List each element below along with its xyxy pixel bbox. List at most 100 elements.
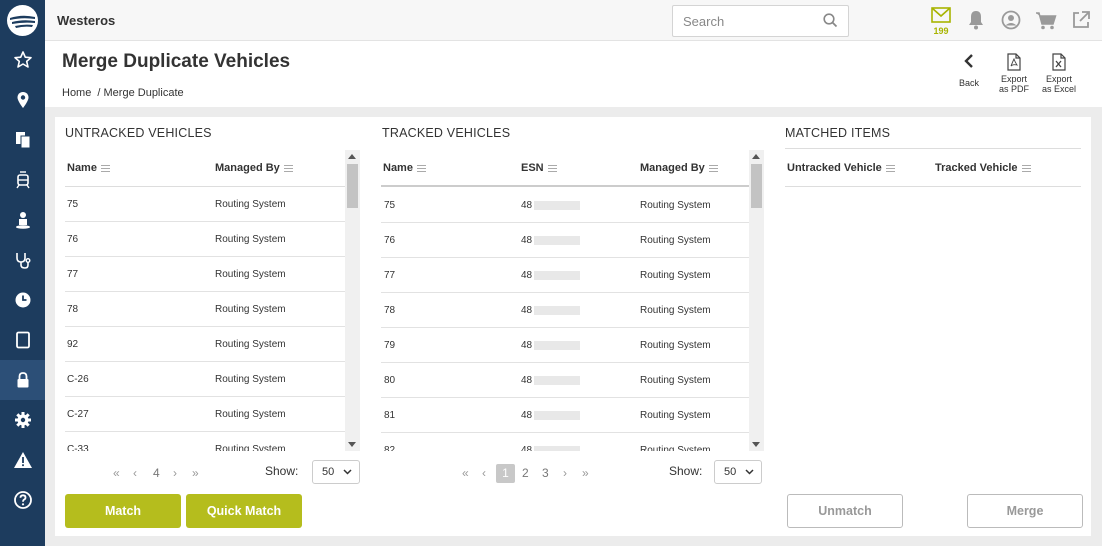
table-row[interactable]: 78 Routing System [65, 292, 345, 327]
scroll-thumb[interactable] [347, 164, 358, 208]
mail-count-badge: 199 [933, 26, 949, 36]
breadcrumb-home[interactable]: Home [62, 87, 91, 99]
pager-prev[interactable]: ‹ [482, 466, 486, 480]
back-button[interactable]: Back [955, 53, 983, 88]
export-pdf-button[interactable]: Export as PDF [998, 53, 1030, 94]
table-row[interactable]: 76 48 Routing System [381, 223, 749, 258]
pager-last[interactable]: » [192, 466, 199, 480]
scroll-thumb[interactable] [751, 164, 762, 208]
app-logo[interactable] [7, 5, 38, 36]
pager-next[interactable]: › [173, 466, 177, 480]
table-row[interactable]: 76 Routing System [65, 222, 345, 257]
sidebar-item-users[interactable] [0, 200, 45, 240]
scroll-up-arrow[interactable] [348, 154, 356, 159]
app-name: Westeros [57, 13, 116, 28]
pager-first[interactable]: « [462, 466, 469, 480]
breadcrumb-current: / Merge Duplicate [97, 87, 184, 99]
pager-prev[interactable]: ‹ [133, 466, 137, 480]
cart-icon[interactable] [1035, 11, 1057, 30]
unmatch-button[interactable]: Unmatch [787, 494, 903, 528]
column-esn[interactable]: ESN [521, 150, 557, 186]
column-managed-by[interactable]: Managed By [215, 150, 293, 186]
scroll-down-arrow[interactable] [752, 442, 760, 447]
column-tracked-vehicle[interactable]: Tracked Vehicle [935, 150, 1031, 186]
cell-name: 80 [384, 375, 396, 386]
quick-match-button[interactable]: Quick Match [186, 494, 302, 528]
untracked-scrollbar[interactable] [345, 150, 360, 451]
table-row[interactable]: 79 48 Routing System [381, 328, 749, 363]
table-row[interactable]: 92 Routing System [65, 327, 345, 362]
column-managed-by[interactable]: Managed By [640, 150, 718, 186]
export-excel-button[interactable]: Export as Excel [1040, 53, 1078, 94]
sidebar-item-security[interactable] [0, 360, 45, 400]
bell-icon[interactable] [967, 10, 985, 30]
cell-managed-by: Routing System [640, 445, 711, 451]
table-row[interactable]: C-27 Routing System [65, 397, 345, 432]
lock-icon [17, 372, 28, 388]
pager-page[interactable]: 4 [153, 466, 160, 480]
tracked-pager: « ‹ 1 2 3 › » [462, 464, 592, 483]
cell-name: 82 [384, 445, 396, 451]
table-row[interactable]: 77 48 Routing System [381, 258, 749, 293]
cell-name: 92 [67, 339, 79, 350]
table-row[interactable]: C-26 Routing System [65, 362, 345, 397]
match-button[interactable]: Match [65, 494, 181, 528]
gear-icon [14, 412, 31, 428]
sidebar-item-devices[interactable] [0, 320, 45, 360]
scroll-up-arrow[interactable] [752, 154, 760, 159]
search-input[interactable] [673, 6, 813, 36]
tracked-page-size-select[interactable]: 50 [714, 460, 762, 484]
scroll-down-arrow[interactable] [348, 442, 356, 447]
table-row[interactable]: 82 48 Routing System [381, 433, 749, 451]
search-icon[interactable] [823, 13, 838, 28]
cell-name: C-27 [67, 409, 89, 420]
table-row[interactable]: 77 Routing System [65, 257, 345, 292]
pager-next[interactable]: › [563, 466, 567, 480]
column-name[interactable]: Name [383, 150, 426, 186]
page-size-value: 50 [322, 466, 335, 478]
pager-page-2[interactable]: 2 [522, 466, 529, 480]
sidebar-item-health[interactable] [0, 240, 45, 280]
sidebar-item-help[interactable] [0, 480, 45, 520]
search-box[interactable] [672, 5, 849, 37]
redacted-value [534, 340, 581, 350]
column-untracked-vehicle[interactable]: Untracked Vehicle [787, 150, 895, 186]
cell-name: 75 [67, 199, 79, 210]
page-title: Merge Duplicate Vehicles [62, 51, 291, 72]
sidebar-item-transit[interactable] [0, 160, 45, 200]
page-header: Merge Duplicate Vehicles Home / Merge Du… [45, 41, 1102, 107]
map-pin-icon [17, 92, 28, 108]
merge-panel: UNTRACKED VEHICLES Name Managed By 75 Rou… [55, 117, 1091, 536]
pager-first[interactable]: « [113, 466, 120, 480]
table-row[interactable]: 81 48 Routing System [381, 398, 749, 433]
column-name[interactable]: Name [67, 150, 110, 186]
mail-icon[interactable] [931, 7, 951, 23]
pager-last[interactable]: » [582, 466, 589, 480]
sidebar-item-settings[interactable] [0, 400, 45, 440]
column-menu-icon [1021, 164, 1031, 172]
cell-name: 77 [384, 270, 396, 281]
table-row[interactable]: 80 48 Routing System [381, 363, 749, 398]
untracked-page-size-select[interactable]: 50 [312, 460, 360, 484]
table-row[interactable]: 75 48 Routing System [381, 188, 749, 223]
column-menu-icon [283, 164, 293, 172]
pager-page-1[interactable]: 1 [496, 464, 515, 483]
pager-page-3[interactable]: 3 [542, 466, 549, 480]
sidebar-item-documents[interactable] [0, 120, 45, 160]
tracked-scrollbar[interactable] [749, 150, 764, 451]
account-icon[interactable] [1001, 10, 1021, 30]
table-row[interactable]: 78 48 Routing System [381, 293, 749, 328]
table-row[interactable]: C-33 Routing System [65, 432, 345, 451]
external-link-icon[interactable] [1071, 10, 1091, 30]
table-row[interactable]: 75 Routing System [65, 187, 345, 222]
merge-button[interactable]: Merge [967, 494, 1083, 528]
sidebar-item-locations[interactable] [0, 80, 45, 120]
sidebar-item-history[interactable] [0, 280, 45, 320]
export-excel-label-1: Export [1045, 74, 1072, 84]
sidebar-item-favorites[interactable] [0, 40, 45, 80]
untracked-title: UNTRACKED VEHICLES [65, 126, 212, 140]
tablet-icon [15, 331, 30, 349]
cell-managed-by: Routing System [215, 374, 286, 385]
cell-esn: 48 [521, 305, 581, 316]
sidebar-item-alerts[interactable] [0, 440, 45, 480]
